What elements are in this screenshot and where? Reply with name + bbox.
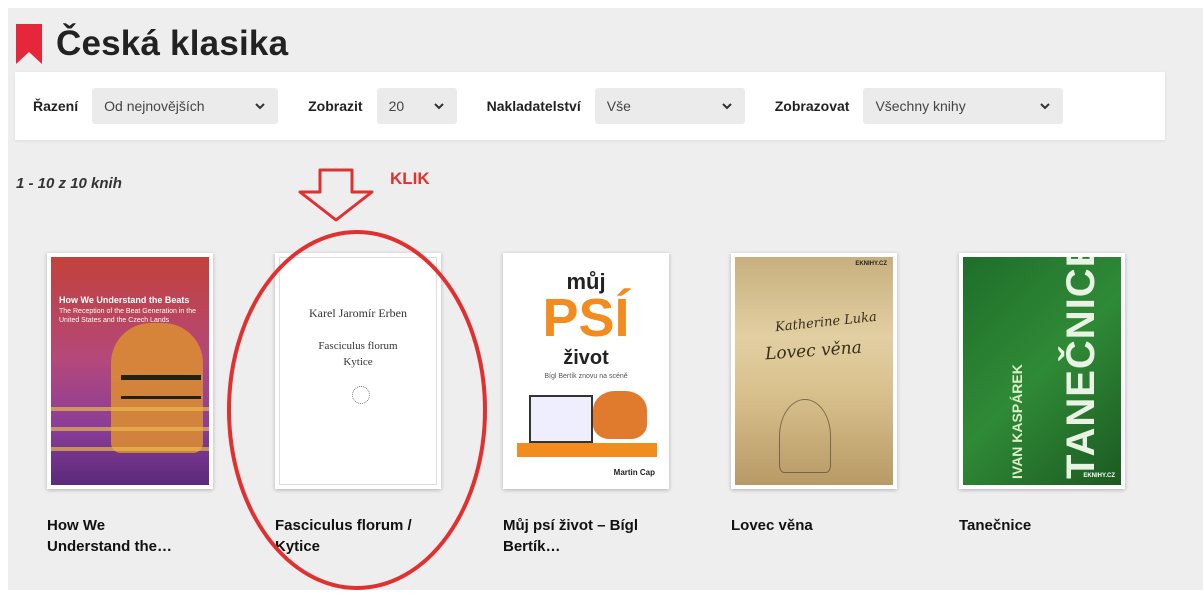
- cover-stripe: [51, 407, 209, 411]
- cover-dog: [593, 391, 647, 439]
- cover-author: IVAN KASPÁREK: [1009, 364, 1025, 479]
- book-title-link[interactable]: Lovec věna: [731, 515, 941, 536]
- book-title-line: Můj psí život – Bígl: [503, 517, 639, 534]
- cover-publisher: EKNIHY.CZ: [855, 261, 887, 267]
- cover-title: How We Understand the Beats: [59, 295, 190, 305]
- book-title-link[interactable]: Můj psí život – Bígl Bertík…: [503, 515, 713, 557]
- book-title-line: Bertík…: [503, 538, 561, 555]
- book-grid: How We Understand the Beats The Receptio…: [0, 0, 1203, 594]
- book-title-link[interactable]: Tanečnice: [959, 515, 1169, 536]
- highlight-ellipse-annotation: [227, 230, 487, 590]
- book-title-line: Tanečnice: [959, 517, 1032, 534]
- cover-image: můj PSÍ život Bígl Bertík znovu na scéně…: [507, 257, 665, 485]
- cover-publisher: EKNIHY.CZ: [1083, 473, 1115, 479]
- cover-text: život: [563, 347, 609, 369]
- cover-tagline: Bígl Bertík znovu na scéně: [544, 373, 628, 380]
- book-title-line: Lovec věna: [731, 517, 813, 534]
- book-cover[interactable]: IVAN KASPÁREK TANEČNICE EKNIHY.CZ: [959, 253, 1125, 489]
- cover-image: EKNIHY.CZ Katherine Luka Lovec věna: [735, 257, 893, 485]
- book-cover[interactable]: How We Understand the Beats The Receptio…: [47, 253, 213, 489]
- cover-script: Katherine Luka: [774, 309, 878, 336]
- cover-script: Lovec věna: [764, 337, 863, 365]
- cover-stripe: [51, 427, 209, 431]
- cover-author: Martin Cap: [613, 468, 655, 477]
- cover-glasses: [121, 375, 201, 399]
- klik-annotation: KLIK: [390, 169, 430, 188]
- book-cover[interactable]: EKNIHY.CZ Katherine Luka Lovec věna: [731, 253, 897, 489]
- book-cover[interactable]: můj PSÍ život Bígl Bertík znovu na scéně…: [503, 253, 669, 489]
- down-arrow-annotation-icon: [298, 168, 374, 222]
- cover-desk: [517, 443, 657, 457]
- cover-image: IVAN KASPÁREK TANEČNICE EKNIHY.CZ: [963, 257, 1121, 485]
- cover-subtitle: The Reception of the Beat Generation in …: [59, 308, 196, 324]
- cover-computer: [529, 395, 593, 443]
- cover-figure: [779, 399, 831, 473]
- cover-image: How We Understand the Beats The Receptio…: [51, 257, 209, 485]
- cover-text: PSÍ: [542, 288, 630, 348]
- cover-stripe: [51, 447, 209, 451]
- cover-title: TANEČNICE: [1059, 257, 1103, 479]
